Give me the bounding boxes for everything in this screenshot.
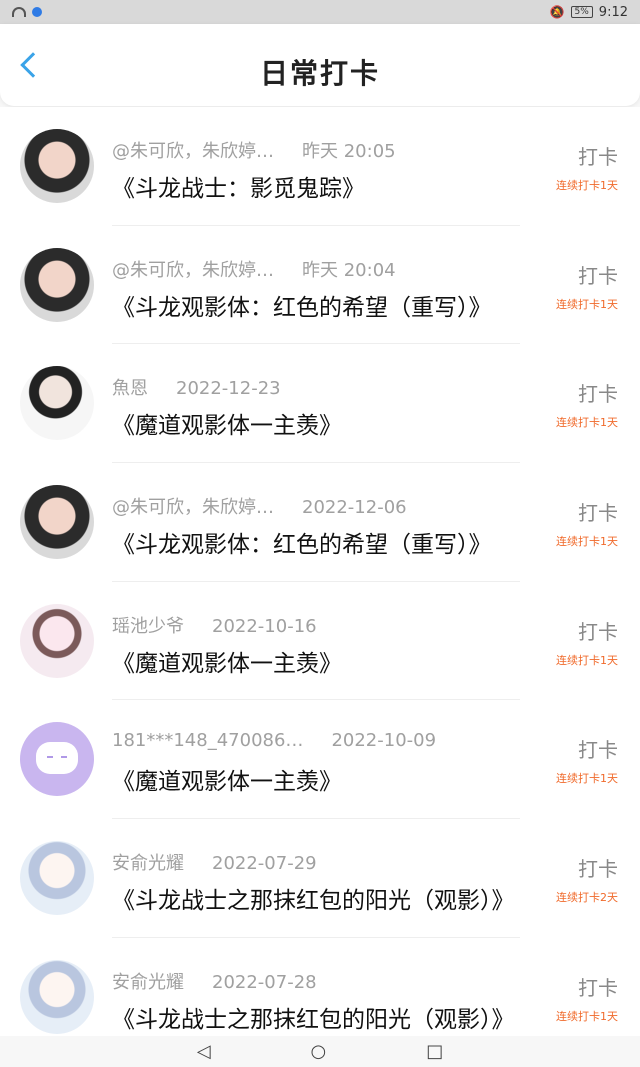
user-avatar[interactable] <box>20 129 94 203</box>
checkin-label[interactable]: 打卡 <box>556 497 618 526</box>
checkin-label[interactable]: 打卡 <box>556 141 618 170</box>
checkin-label[interactable]: 打卡 <box>556 853 618 882</box>
checkin-meta: @朱可欣，朱欣婷… 昨天 20:05 <box>112 137 532 163</box>
checkin-time: 昨天 20:04 <box>302 259 396 281</box>
streak-label: 连续打卡1天 <box>556 297 618 311</box>
back-icon[interactable]: ◁ <box>197 1042 211 1061</box>
checkin-row[interactable]: @朱可欣，朱欣婷… 昨天 20:04 《斗龙观影体：红色的希望（重写）》 打卡连续… <box>0 225 640 345</box>
checkin-row[interactable]: 魚恩 2022-12-23 《魔道观影体一主羡》 打卡连续打卡1天 <box>0 344 640 464</box>
streak-label: 连续打卡2天 <box>556 891 618 905</box>
checkin-time: 2022-12-23 <box>176 378 281 400</box>
user-avatar[interactable] <box>20 959 94 1034</box>
streak-label: 连续打卡1天 <box>556 1009 618 1023</box>
home-icon[interactable]: ○ <box>311 1042 327 1061</box>
user-avatar[interactable] <box>20 247 94 322</box>
user-avatar[interactable] <box>20 485 94 560</box>
book-title[interactable]: 《魔道观影体一主羡》 <box>112 406 542 440</box>
checkin-status[interactable]: 打卡连续打卡1天 <box>556 734 618 786</box>
book-title[interactable]: 《斗龙战士之那抹红包的阳光（观影）》 <box>112 1000 542 1034</box>
book-title[interactable]: 《斗龙观影体：红色的希望（重写）》 <box>112 288 542 322</box>
checkin-meta: 魚恩 2022-12-23 <box>112 374 532 400</box>
checkin-label[interactable]: 打卡 <box>556 260 618 289</box>
user-name[interactable]: 安俞光耀 <box>112 853 184 874</box>
status-bar: 🔕 5% 9:12 <box>0 0 640 24</box>
checkin-status[interactable]: 打卡连续打卡1天 <box>556 497 618 549</box>
checkin-time: 2022-12-06 <box>302 497 407 519</box>
checkin-meta: @朱可欣，朱欣婷… 昨天 20:04 <box>112 256 532 282</box>
user-avatar[interactable] <box>20 366 94 441</box>
checkin-label[interactable]: 打卡 <box>556 972 618 1001</box>
book-title[interactable]: 《斗龙观影体：红色的希望（重写）》 <box>112 525 542 559</box>
checkin-meta: 181***148_470086… 2022-10-09 <box>112 730 532 751</box>
checkin-label[interactable]: 打卡 <box>556 616 618 645</box>
wifi-icon <box>12 7 26 17</box>
streak-label: 连续打卡1天 <box>556 416 618 430</box>
checkin-meta: @朱可欣，朱欣婷… 2022-12-06 <box>112 493 532 519</box>
status-time: 9:12 <box>598 4 628 20</box>
checkin-time: 2022-10-09 <box>331 730 437 752</box>
streak-label: 连续打卡1天 <box>556 772 618 786</box>
user-name[interactable]: @朱可欣，朱欣婷… <box>112 141 274 162</box>
user-name[interactable]: 瑶池少爷 <box>112 616 184 637</box>
checkin-time: 2022-07-28 <box>212 971 317 993</box>
streak-label: 连续打卡1天 <box>556 535 618 549</box>
book-title[interactable]: 《斗龙战士：影觅鬼踪》 <box>112 169 542 203</box>
user-avatar[interactable] <box>20 603 94 678</box>
mute-icon: 🔕 <box>549 5 565 19</box>
checkin-label[interactable]: 打卡 <box>556 734 618 763</box>
checkin-label[interactable]: 打卡 <box>556 378 618 407</box>
streak-label: 连续打卡1天 <box>556 179 618 192</box>
user-name[interactable]: 安俞光耀 <box>112 972 184 993</box>
checkin-list: @朱可欣，朱欣婷… 昨天 20:05 《斗龙战士：影觅鬼踪》 打卡 连续打卡1天 @… <box>0 107 640 1057</box>
checkin-meta: 安俞光耀 2022-07-28 <box>112 968 532 994</box>
streak-label: 连续打卡1天 <box>556 653 618 667</box>
recent-apps-icon[interactable]: □ <box>426 1042 443 1061</box>
status-right: 🔕 5% 9:12 <box>550 5 628 20</box>
checkin-row[interactable]: @朱可欣，朱欣婷… 昨天 20:05 《斗龙战士：影觅鬼踪》 打卡连续打卡1天 <box>0 107 640 226</box>
battery-icon: 5% <box>570 6 593 18</box>
user-name[interactable]: @朱可欣，朱欣婷… <box>112 260 274 281</box>
checkin-status[interactable]: 打卡连续打卡1天 <box>556 378 618 430</box>
status-left <box>12 7 42 17</box>
page-title: 日常打卡 <box>259 57 380 90</box>
checkin-meta: 安俞光耀 2022-07-29 <box>112 849 532 875</box>
user-avatar[interactable] <box>20 841 94 916</box>
user-name[interactable]: 181***148_470086… <box>112 730 303 751</box>
system-navigation-bar: ◁ ○ □ <box>0 1036 640 1067</box>
page-header: 日常打卡 <box>0 24 640 106</box>
book-title[interactable]: 《魔道观影体一主羡》 <box>112 644 542 678</box>
checkin-status[interactable]: 打卡连续打卡1天 <box>556 141 618 193</box>
user-name[interactable]: @朱可欣，朱欣婷… <box>112 497 274 518</box>
checkin-time: 昨天 20:05 <box>302 141 396 162</box>
checkin-status[interactable]: 打卡连续打卡2天 <box>556 853 618 905</box>
checkin-row[interactable]: @朱可欣，朱欣婷… 2022-12-06 《斗龙观影体：红色的希望（重写）》 打卡… <box>0 463 640 582</box>
checkin-time: 2022-10-16 <box>212 615 317 637</box>
browser-icon <box>32 7 42 17</box>
book-title[interactable]: 《斗龙战士之那抹红包的阳光（观影）》 <box>112 881 542 915</box>
checkin-row[interactable]: 安俞光耀 2022-07-29 《斗龙战士之那抹红包的阳光（观影）》 打卡连续打卡… <box>0 819 640 938</box>
checkin-status[interactable]: 打卡连续打卡1天 <box>556 260 618 312</box>
chat-bubble-icon <box>36 742 78 775</box>
checkin-status[interactable]: 打卡连续打卡1天 <box>556 616 618 668</box>
checkin-meta: 瑶池少爷 2022-10-16 <box>112 612 532 638</box>
checkin-row[interactable]: 瑶池少爷 2022-10-16 《魔道观影体一主羡》 打卡连续打卡1天 <box>0 581 640 701</box>
user-name[interactable]: 魚恩 <box>112 378 148 399</box>
checkin-row[interactable]: 181***148_470086… 2022-10-09 《魔道观影体一主羡》 打… <box>0 700 640 820</box>
book-title[interactable]: 《魔道观影体一主羡》 <box>112 762 542 796</box>
checkin-time: 2022-07-29 <box>212 853 317 875</box>
checkin-status[interactable]: 打卡连续打卡1天 <box>556 972 618 1024</box>
user-avatar[interactable] <box>20 722 94 797</box>
